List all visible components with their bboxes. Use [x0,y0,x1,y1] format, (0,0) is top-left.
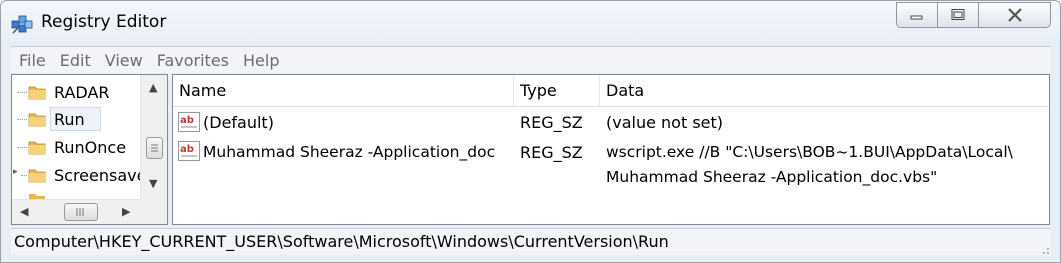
column-header-data[interactable]: Data [600,75,1049,106]
tree-horizontal-scrollbar[interactable]: ◀ ▶ [12,199,140,224]
table-row[interactable]: ab Muhammad Sheeraz -Application_doc REG… [173,138,1049,192]
window-title: Registry Editor [41,12,167,32]
grip-icon [76,208,84,216]
folder-icon [29,194,45,199]
menu-edit[interactable]: Edit [53,47,98,74]
tree-connector [21,175,27,176]
tree-item-radar[interactable]: RADAR [12,79,140,105]
string-value-icon: ab [178,141,200,161]
tree-item-runonce[interactable]: RunOnce [12,134,140,160]
column-header-type[interactable]: Type [514,75,600,106]
key-tree[interactable]: RADAR Run RunOnce ▸ Screensave ▲ ▼ ◀ ▶ [11,74,168,225]
svg-text:ab: ab [180,144,194,155]
menu-favorites[interactable]: Favorites [150,47,236,74]
folder-icon [28,113,46,127]
tree-connector [17,119,27,120]
value-type: REG_SZ [520,113,583,132]
value-data: wscript.exe //B "C:\Users\BOB~1.BUI\AppD… [606,143,1013,161]
value-type: REG_SZ [520,143,583,162]
table-row[interactable]: ab (Default) REG_SZ (value not set) [173,109,1049,137]
scroll-thumb[interactable] [64,203,98,221]
scrollbar-corner [140,199,167,224]
scroll-left-icon[interactable]: ◀ [20,205,28,218]
column-header-row: Name Type Data [173,75,1049,107]
value-data-continued: Muhammad Sheeraz -Application_doc.vbs" [606,168,938,186]
tree-connector [17,147,27,148]
menu-file[interactable]: File [11,47,53,74]
scroll-right-icon[interactable]: ▶ [122,205,130,218]
tree-item-run[interactable]: Run [12,106,140,132]
tree-item-label: RunOnce [54,137,127,157]
registry-editor-window: Registry Editor File Edit View Favorites… [0,0,1061,263]
title-bar[interactable]: Registry Editor [1,1,1060,45]
menu-help[interactable]: Help [236,47,286,74]
menu-view[interactable]: View [98,47,150,74]
maximize-button[interactable] [937,2,979,28]
close-icon [1007,8,1022,22]
tree-vertical-scrollbar[interactable]: ▲ ▼ [140,75,167,199]
tree-connector [17,92,27,93]
scroll-thumb[interactable] [146,137,163,159]
close-button[interactable] [978,2,1051,28]
values-list[interactable]: Name Type Data ab (Default) REG_SZ (valu… [172,74,1050,225]
value-name: (Default) [203,113,274,132]
value-data: (value not set) [606,113,724,132]
tree-item-label: RADAR [54,82,110,102]
registry-editor-icon [11,15,33,34]
folder-icon [28,86,46,100]
tree-item-label: Screensave [54,165,140,185]
column-header-name[interactable]: Name [173,75,514,106]
scroll-up-icon[interactable]: ▲ [149,81,157,94]
value-name: Muhammad Sheeraz -Application_doc [203,143,496,161]
tree-item-screensave[interactable]: ▸ Screensave [12,162,140,188]
folder-icon [28,169,46,183]
folder-icon [28,141,46,155]
menu-bar: File Edit View Favorites Help [11,46,1050,73]
minimize-icon [910,15,923,20]
expand-arrow-icon[interactable]: ▸ [13,167,18,177]
maximize-icon [951,9,965,20]
status-bar: Computer\HKEY_CURRENT_USER\Software\Micr… [11,228,1050,255]
tree-item-label: Run [54,109,85,129]
string-value-icon: ab [178,112,200,132]
resize-grip-icon[interactable] [1038,243,1050,255]
current-key-path: Computer\HKEY_CURRENT_USER\Software\Micr… [14,232,669,251]
scroll-down-icon[interactable]: ▼ [149,177,157,190]
svg-text:ab: ab [180,115,194,126]
minimize-button[interactable] [896,2,938,28]
grip-icon [151,144,158,152]
